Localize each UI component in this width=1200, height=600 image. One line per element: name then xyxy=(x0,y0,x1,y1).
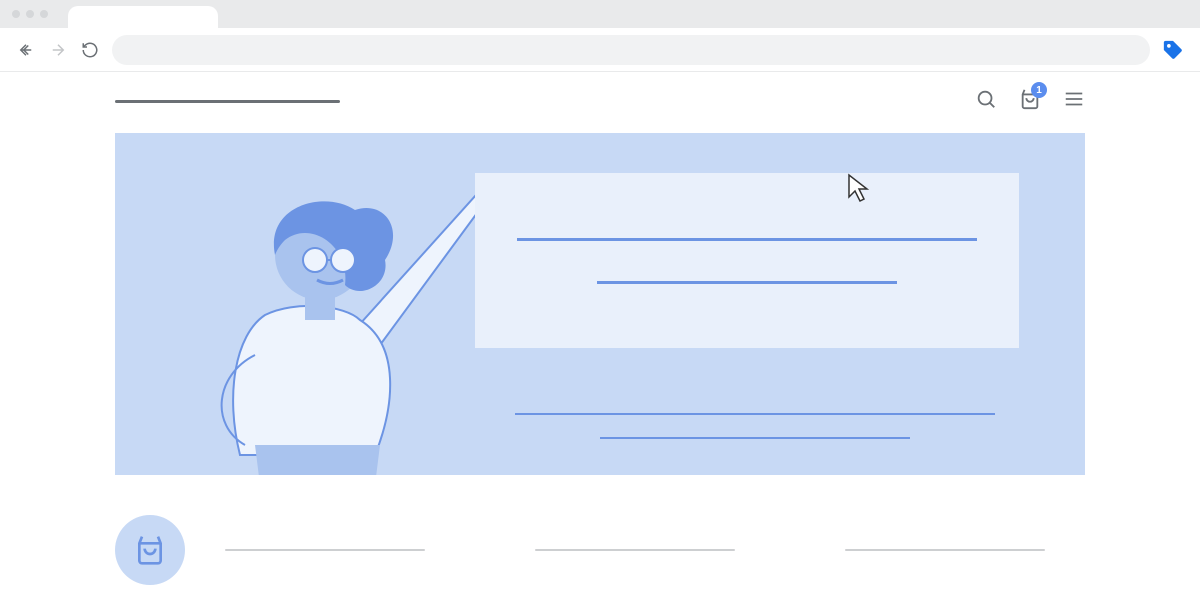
price-tag-extension-icon[interactable] xyxy=(1162,39,1184,61)
site-logo[interactable] xyxy=(115,100,340,103)
refresh-icon[interactable] xyxy=(80,40,100,60)
browser-tab-bar xyxy=(0,0,1200,28)
hamburger-menu-icon[interactable] xyxy=(1063,88,1085,115)
hero-subtext-line xyxy=(515,413,995,415)
hero-subtext xyxy=(515,413,995,439)
forward-icon[interactable] xyxy=(48,40,68,60)
person-illustration xyxy=(145,145,485,475)
hero-banner xyxy=(115,133,1085,475)
cursor-icon xyxy=(847,173,873,203)
hero-subtext-line xyxy=(600,437,910,439)
browser-toolbar xyxy=(0,28,1200,72)
shopping-bag-icon xyxy=(134,534,166,566)
hero-headline-line xyxy=(517,238,977,241)
address-bar[interactable] xyxy=(112,35,1150,65)
page-content: 1 xyxy=(0,72,1200,585)
site-header: 1 xyxy=(115,88,1085,115)
hero-headline-line xyxy=(597,281,897,284)
shopping-bag-icon[interactable]: 1 xyxy=(1019,88,1041,115)
browser-tab[interactable] xyxy=(68,6,218,28)
category-avatar[interactable] xyxy=(115,515,185,585)
search-icon[interactable] xyxy=(975,88,997,115)
cart-badge: 1 xyxy=(1031,82,1047,98)
product-placeholder-line xyxy=(535,549,735,551)
product-placeholder-line xyxy=(225,549,425,551)
traffic-light-dot xyxy=(12,10,20,18)
traffic-light-dot xyxy=(40,10,48,18)
hero-card xyxy=(475,173,1019,348)
category-row xyxy=(115,515,1085,585)
back-icon[interactable] xyxy=(16,40,36,60)
traffic-light-dot xyxy=(26,10,34,18)
product-placeholder-line xyxy=(845,549,1045,551)
